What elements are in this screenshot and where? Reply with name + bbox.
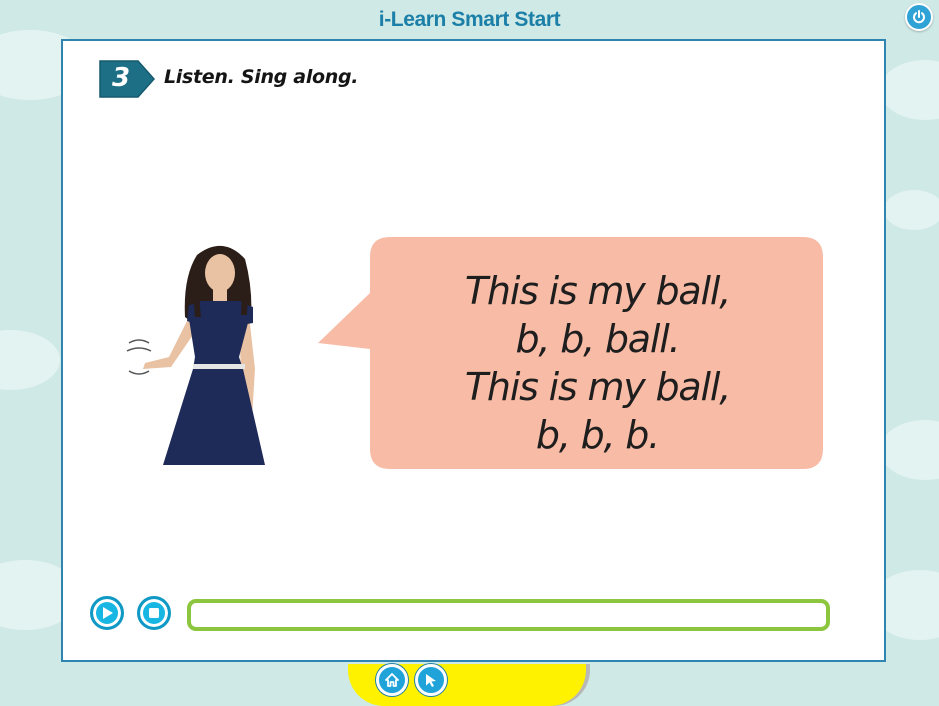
song-lyrics: This is my ball, b, b, ball. This is my … — [370, 267, 825, 459]
activity-number-badge: 3 — [98, 59, 156, 99]
background-cloud — [0, 330, 60, 390]
lyric-line: This is my ball, — [464, 365, 731, 409]
singer-illustration — [123, 239, 283, 469]
background-cloud — [880, 420, 939, 480]
pointer-icon — [426, 674, 436, 687]
stop-icon — [149, 608, 159, 618]
activity-panel: 3 Listen. Sing along. This is my ball, b… — [61, 39, 886, 662]
play-icon — [103, 607, 113, 619]
activity-number: 3 — [112, 63, 131, 93]
power-icon — [913, 10, 925, 24]
home-button[interactable] — [376, 664, 408, 696]
background-cloud — [884, 190, 939, 230]
home-icon — [385, 673, 399, 687]
play-button[interactable] — [90, 596, 124, 630]
background-cloud — [880, 60, 939, 120]
activity-instruction: Listen. Sing along. — [164, 66, 359, 88]
stop-button[interactable] — [137, 596, 171, 630]
lyric-line: This is my ball, — [464, 269, 731, 313]
audio-progress-bar[interactable] — [187, 599, 830, 631]
lyric-line: b, b, b. — [535, 413, 660, 457]
pointer-button[interactable] — [415, 664, 447, 696]
lyric-line: b, b, ball. — [515, 317, 681, 361]
power-button[interactable] — [905, 3, 933, 31]
app-title: i-Learn Smart Start — [378, 8, 561, 31]
